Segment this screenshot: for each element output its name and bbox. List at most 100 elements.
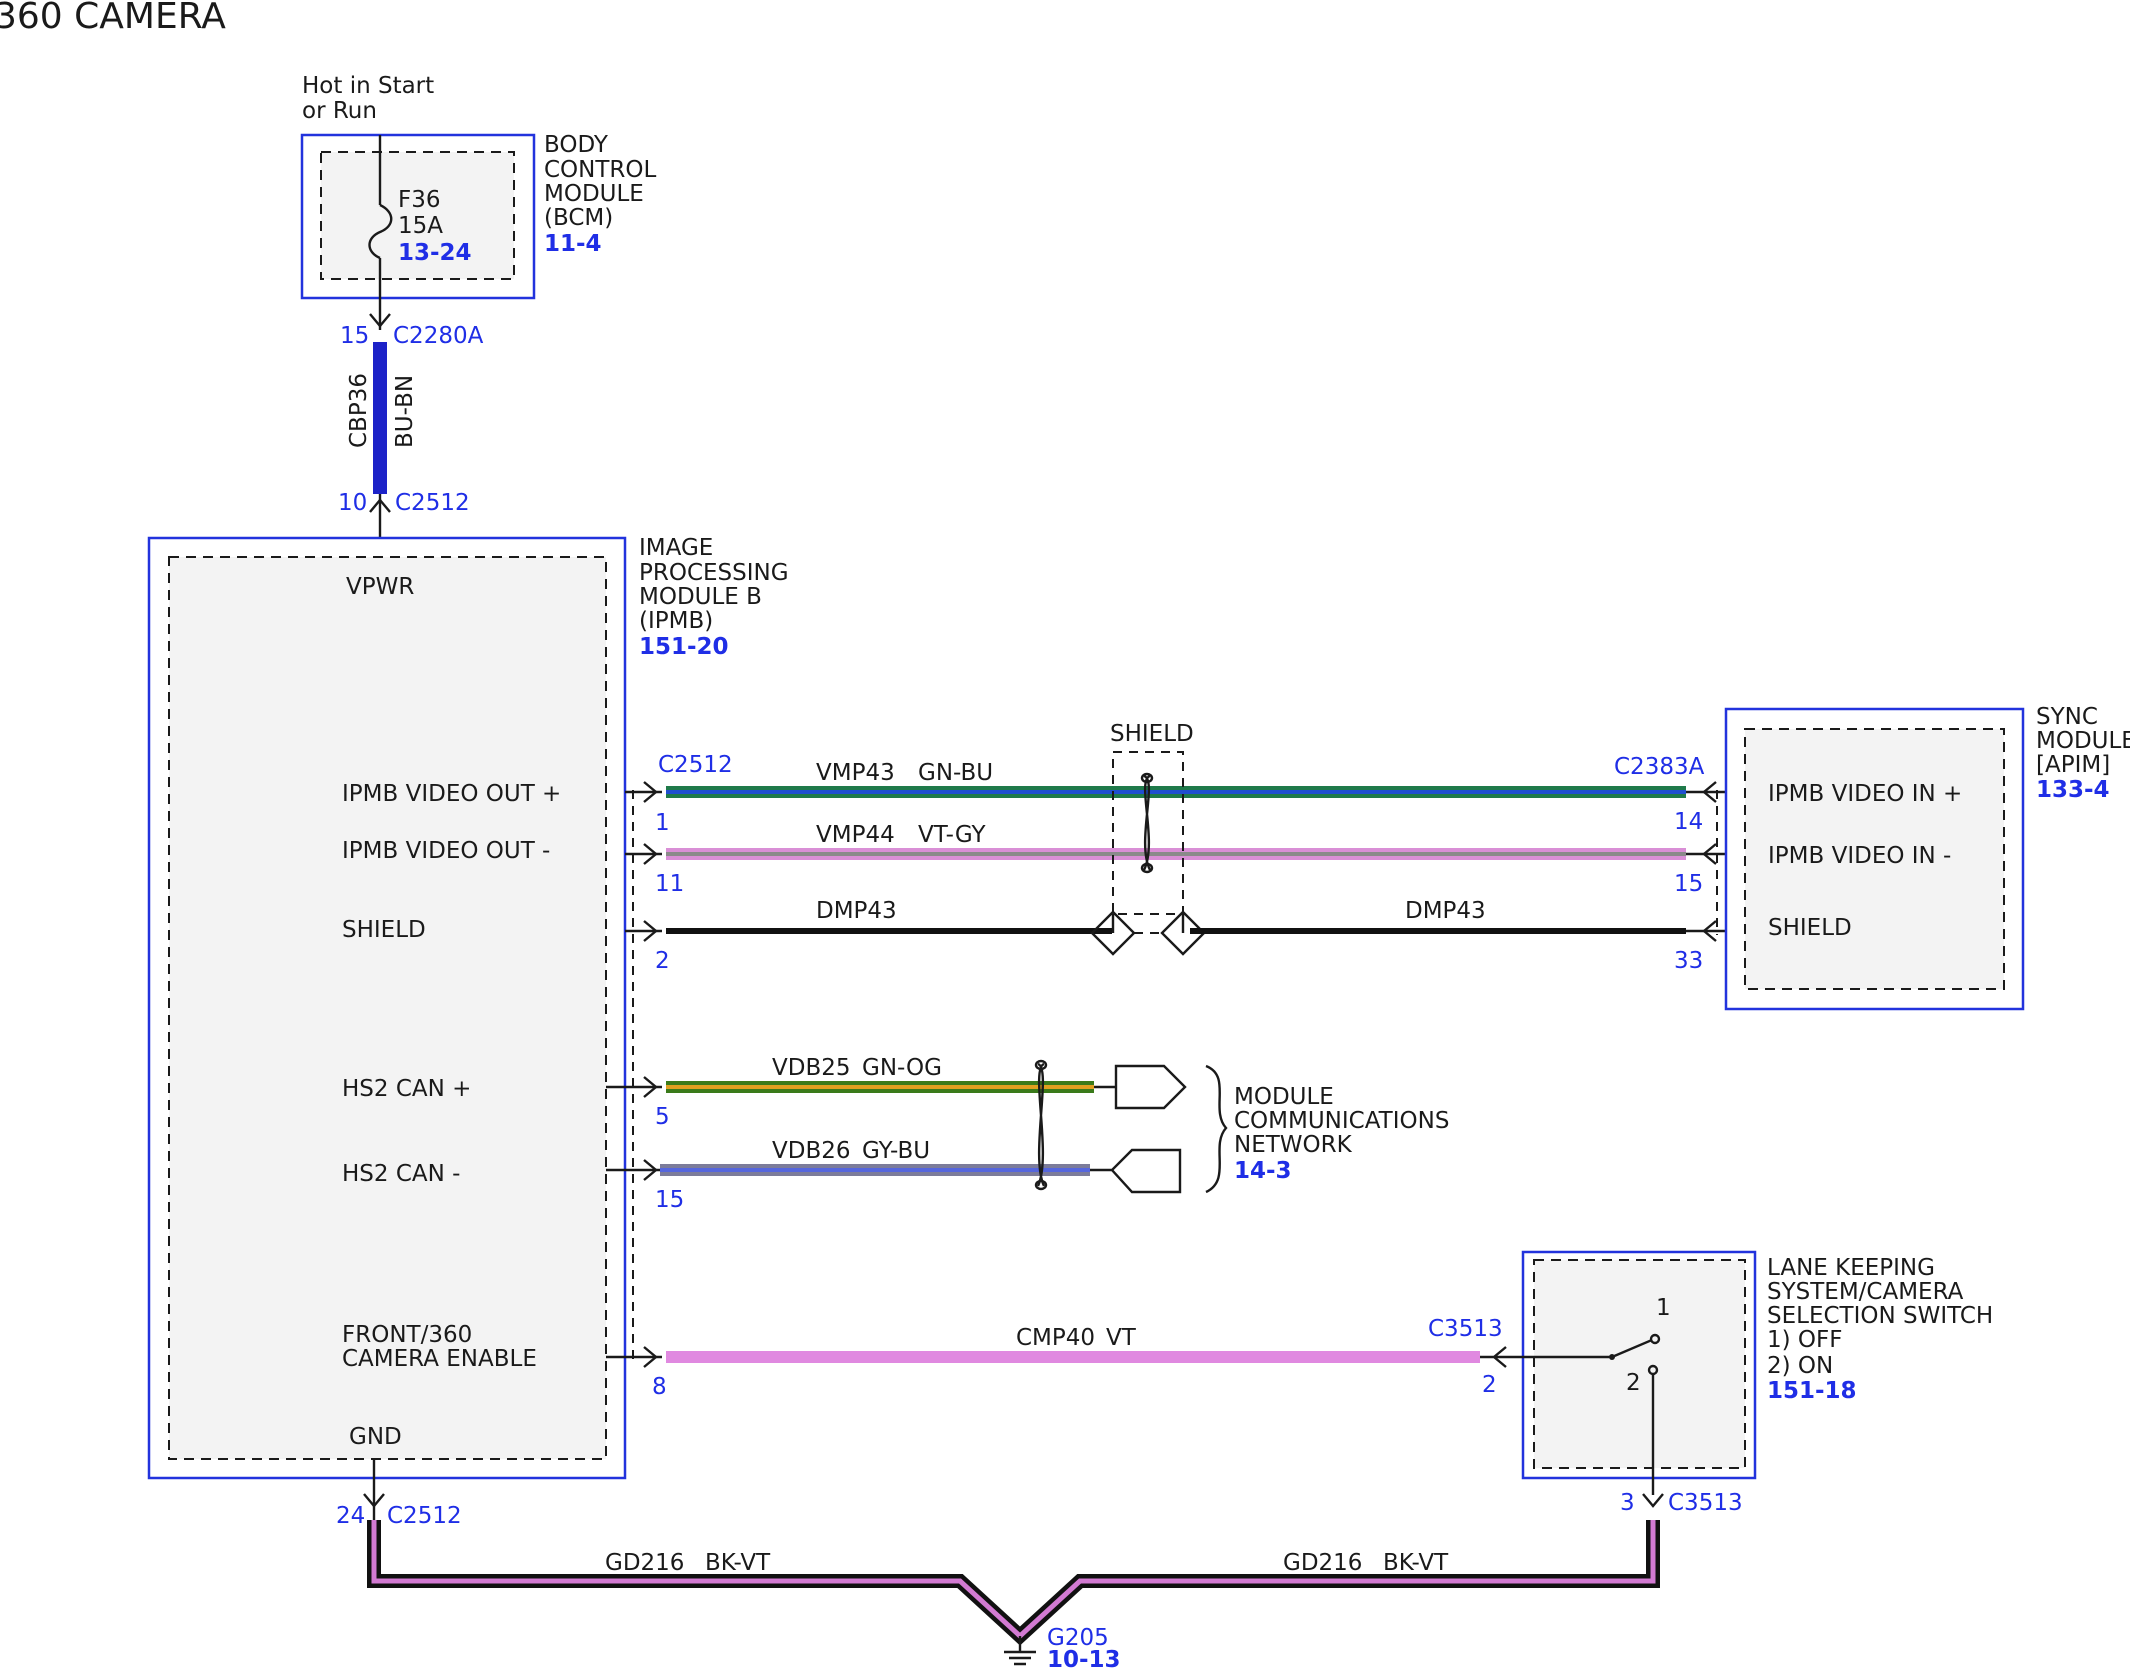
wire-cmp40-circuit: CMP40 <box>1016 1325 1095 1351</box>
wire-dmp43-right-circuit: DMP43 <box>1405 898 1486 924</box>
lks-label-1: LANE KEEPING <box>1767 1255 1935 1281</box>
ground-ref-link[interactable]: 10-13 <box>1047 1647 1121 1669</box>
wire-vmp44-color: VT-GY <box>918 822 986 848</box>
ipmb-pin-shield: SHIELD <box>342 917 426 943</box>
wire-gd216-right-color: BK-VT <box>1383 1550 1449 1576</box>
mcn-ref-link[interactable]: 14-3 <box>1234 1158 1292 1184</box>
diagram-title: 360 CAMERA <box>0 0 226 37</box>
fuse-rating: 15A <box>398 213 443 239</box>
wire-gd216-left-circuit: GD216 <box>605 1550 684 1576</box>
mcn-brace <box>1205 1064 1228 1194</box>
sync-pin-video-in-pos: IPMB VIDEO IN + <box>1768 781 1962 807</box>
conn-c3513-gnd-symbol <box>1642 1493 1664 1508</box>
wire-gd216 <box>367 1520 1660 1646</box>
conn-c2512-pin-2: 2 <box>655 948 670 974</box>
ipmb-pin-video-out-pos: IPMB VIDEO OUT + <box>342 781 561 807</box>
conn-c2512-gnd-pin: 24 <box>336 1503 365 1529</box>
wire-vdb26-circuit: VDB26 <box>772 1138 851 1164</box>
wire-gd216-left-color: BK-VT <box>705 1550 771 1576</box>
sync-pin-shield: SHIELD <box>1768 915 1852 941</box>
sync-pin-video-in-neg: IPMB VIDEO IN - <box>1768 843 1951 869</box>
conn-c3513-input-symbol <box>1480 1346 1520 1368</box>
conn-c2280a-name: C2280A <box>393 323 484 349</box>
ipmb-pin-gnd: GND <box>349 1424 402 1450</box>
wire-dmp43-left-circuit: DMP43 <box>816 898 897 924</box>
wire-cmp40-color: VT <box>1106 1325 1137 1351</box>
lks-label-2: SYSTEM/CAMERA <box>1767 1279 1964 1305</box>
conn-c2512-top-pin: 10 <box>338 490 367 516</box>
ipmb-label-4: (IPMB) <box>639 608 713 634</box>
wire-cbp36-circuit: CBP36 <box>346 373 372 448</box>
bcm-label-3: MODULE <box>544 181 644 207</box>
power-source-label-1: Hot in Start <box>302 73 434 99</box>
bcm-label-1: BODY <box>544 132 609 158</box>
bcm-label-2: CONTROL <box>544 157 657 183</box>
conn-c2383a-pin-33: 33 <box>1674 948 1703 974</box>
conn-c3513-input-pin: 2 <box>1482 1372 1497 1398</box>
wire-vdb25-color: GN-OG <box>862 1055 942 1081</box>
wire-cbp36 <box>373 342 387 494</box>
conn-c3513-gnd-name: C3513 <box>1668 1490 1743 1516</box>
lks-switch-pos-1: 1 <box>1656 1295 1671 1321</box>
conn-c2512-side-name: C2512 <box>658 752 733 778</box>
wire-vdb25-circuit: VDB25 <box>772 1055 851 1081</box>
sync-label-3: [APIM] <box>2036 752 2110 778</box>
wire-vdb26-color: GY-BU <box>862 1138 930 1164</box>
ipmb-pin-video-out-neg: IPMB VIDEO OUT - <box>342 838 550 864</box>
wire-vmp43-color: GN-BU <box>918 760 993 786</box>
mcn-arrow-can-neg <box>1090 1148 1182 1194</box>
ipmb-pin-vpwr: VPWR <box>346 574 414 600</box>
wire-dmp43-right <box>1190 928 1686 934</box>
ipmb-label-3: MODULE B <box>639 584 762 610</box>
conn-c3513-gnd-pin: 3 <box>1620 1490 1635 1516</box>
ipmb-ref-link[interactable]: 151-20 <box>639 634 729 660</box>
wire-vmp43-stripe <box>666 790 1686 794</box>
wiring-diagram: 360 CAMERA Hot in Start or Run F36 15A 1… <box>0 0 2130 1669</box>
wire-vdb26-stripe <box>660 1168 1090 1172</box>
bcm-ref-link[interactable]: 11-4 <box>544 231 602 257</box>
sync-ref-link[interactable]: 133-4 <box>2036 777 2110 803</box>
sync-label-2: MODULE <box>2036 728 2130 754</box>
conn-c2512-pin-1: 1 <box>655 810 670 836</box>
lks-switch-pos-2: 2 <box>1626 1370 1641 1396</box>
wire-vdb25-stripe <box>666 1085 1094 1089</box>
wire-cbp36-color: BU-BN <box>392 375 418 448</box>
conn-c2280a-pin: 15 <box>340 323 369 349</box>
ipmb-pin-hs2-can-neg: HS2 CAN - <box>342 1161 460 1187</box>
lks-ref-link[interactable]: 151-18 <box>1767 1378 1857 1404</box>
conn-c2512-pin-11: 11 <box>655 871 684 897</box>
mcn-label-3: NETWORK <box>1234 1132 1353 1158</box>
shield-label: SHIELD <box>1110 721 1194 747</box>
ipmb-label-2: PROCESSING <box>639 560 789 586</box>
ipmb-pin-hs2-can-pos: HS2 CAN + <box>342 1076 471 1102</box>
conn-c3513-input-name: C3513 <box>1428 1316 1503 1342</box>
ipmb-label-1: IMAGE <box>639 535 713 561</box>
wire-vmp44-stripe <box>666 852 1686 856</box>
lks-label-5: 2) ON <box>1767 1353 1833 1379</box>
wire-cmp40 <box>666 1351 1480 1363</box>
ipmb-pin-camera-enable-2: CAMERA ENABLE <box>342 1346 537 1372</box>
wire-vmp44-circuit: VMP44 <box>816 822 895 848</box>
ipmb-pin-camera-enable-1: FRONT/360 <box>342 1322 472 1348</box>
bcm-label-4: (BCM) <box>544 205 613 231</box>
conn-c2512-gnd-name: C2512 <box>387 1503 462 1529</box>
conn-c2512-top-name: C2512 <box>395 490 470 516</box>
power-source-label-2: or Run <box>302 98 377 124</box>
mcn-arrow-can-pos <box>1094 1064 1187 1110</box>
fuse-ref-link[interactable]: 13-24 <box>398 240 472 266</box>
lks-label-4: 1) OFF <box>1767 1327 1842 1353</box>
lks-label-3: SELECTION SWITCH <box>1767 1303 1993 1329</box>
conn-c2383a-pin-15: 15 <box>1674 871 1703 897</box>
wire-gd216-right-circuit: GD216 <box>1283 1550 1362 1576</box>
wire-dmp43-left <box>666 928 1112 934</box>
conn-c2383a-name: C2383A <box>1614 754 1705 780</box>
wire-vmp43-circuit: VMP43 <box>816 760 895 786</box>
conn-c2512-pin-15: 15 <box>655 1187 684 1213</box>
lks-inner-box <box>1533 1259 1746 1469</box>
fuse-name: F36 <box>398 187 441 213</box>
conn-c2512-pin-5: 5 <box>655 1104 670 1130</box>
conn-c2512-pin-8: 8 <box>652 1374 667 1400</box>
mcn-label-1: MODULE <box>1234 1084 1334 1110</box>
ground-symbol <box>1004 1636 1036 1666</box>
twist-end-bottom <box>1140 862 1154 874</box>
